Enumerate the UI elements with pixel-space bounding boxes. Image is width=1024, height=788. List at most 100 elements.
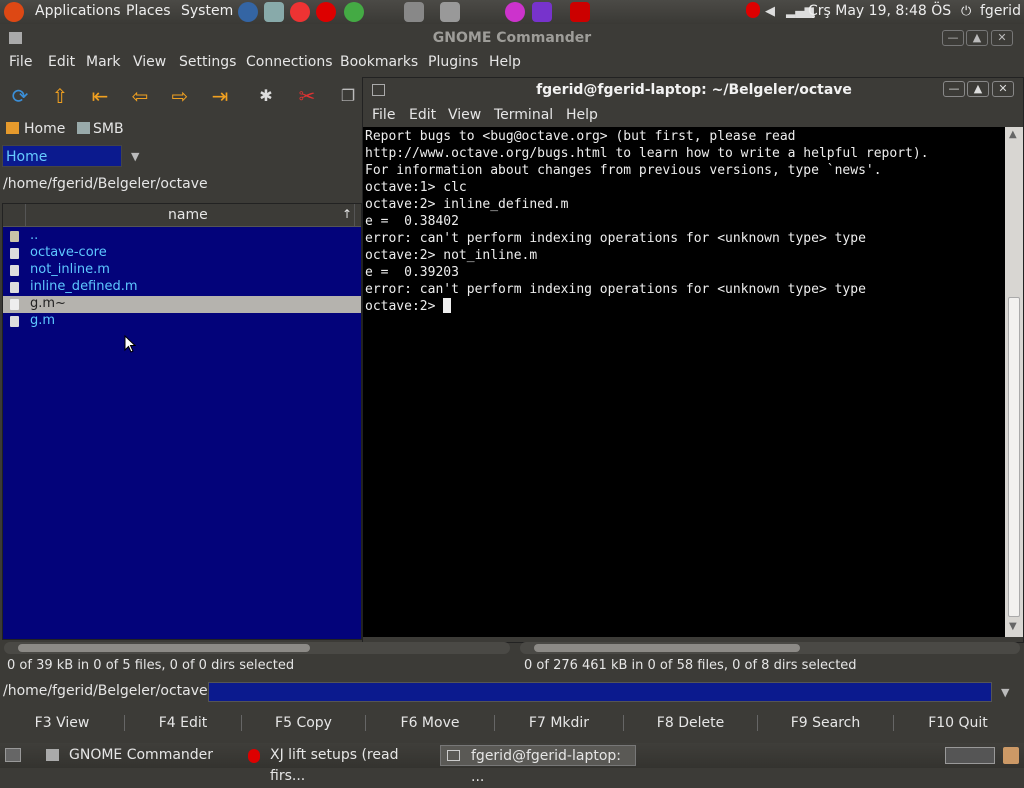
trash-icon[interactable] xyxy=(1003,747,1019,764)
file-list-pane[interactable]: name ↑ .. octave-core not_inline.m inlin… xyxy=(2,203,362,640)
f4-edit-button[interactable]: F4 Edit xyxy=(125,711,241,735)
clock[interactable]: Çrş May 19, 8:48 ÖS xyxy=(808,3,951,19)
scroll-up-icon[interactable]: ▲ xyxy=(1009,129,1017,140)
bookmark-home[interactable]: Home xyxy=(24,121,65,137)
smb-icon[interactable] xyxy=(77,122,90,134)
f8-delete-button[interactable]: F8 Delete xyxy=(624,711,757,735)
scroll-down-icon[interactable]: ▼ xyxy=(1009,621,1017,632)
file-row[interactable]: inline_defined.m xyxy=(3,279,361,296)
bookmark-smb[interactable]: SMB xyxy=(93,121,124,137)
mask-icon[interactable]: ✱ xyxy=(254,84,278,108)
power-icon[interactable]: ⏻ xyxy=(961,4,971,19)
right-horizontal-scrollbar[interactable] xyxy=(520,642,1020,654)
minimize-button[interactable]: — xyxy=(942,30,964,46)
opera-task-icon xyxy=(248,749,260,763)
device-icon[interactable] xyxy=(440,2,460,22)
top-panel: Applications Places System ◀ ▂▄▆ Çrş May… xyxy=(0,0,1024,24)
menu-connections[interactable]: Connections xyxy=(246,54,333,70)
terminal-line: e = 0.39203 xyxy=(365,265,459,280)
task-label: fgerid@fgerid-laptop: ... xyxy=(471,748,621,785)
left-scroll-thumb[interactable] xyxy=(18,644,310,652)
terminal-menu-terminal[interactable]: Terminal xyxy=(494,107,553,123)
scrollbar-thumb[interactable] xyxy=(1008,297,1020,617)
command-line-input[interactable] xyxy=(208,682,992,702)
show-desktop-icon[interactable] xyxy=(5,748,21,762)
terminal-prompt: octave:2> xyxy=(365,299,444,314)
terminal-menu-file[interactable]: File xyxy=(372,107,395,123)
f6-move-button[interactable]: F6 Move xyxy=(366,711,494,735)
column-header-icon[interactable] xyxy=(3,204,26,226)
forward-icon[interactable]: ⇨ xyxy=(168,84,192,108)
chrome-icon[interactable] xyxy=(344,2,364,22)
help-icon[interactable] xyxy=(238,2,258,22)
file-row-selected[interactable]: g.m~ xyxy=(3,296,361,313)
file-row[interactable]: not_inline.m xyxy=(3,262,361,279)
menu-help[interactable]: Help xyxy=(489,54,521,70)
last-icon[interactable]: ⇥ xyxy=(208,84,232,108)
cut-icon[interactable]: ✂ xyxy=(295,84,319,108)
refresh-icon[interactable]: ⟳ xyxy=(8,84,32,108)
terminal-menu-edit[interactable]: Edit xyxy=(409,107,436,123)
back-icon[interactable]: ⇦ xyxy=(128,84,152,108)
file-name: octave-core xyxy=(30,245,107,260)
menu-view[interactable]: View xyxy=(133,54,166,70)
opera-tray-icon[interactable] xyxy=(746,2,760,18)
terminal-minimize-button[interactable]: — xyxy=(943,81,965,97)
right-scroll-thumb[interactable] xyxy=(534,644,800,652)
system-menu[interactable]: System xyxy=(181,3,233,19)
f10-quit-button[interactable]: F10 Quit xyxy=(894,711,1022,735)
ubuntu-logo-icon[interactable] xyxy=(4,2,24,22)
file-name: inline_defined.m xyxy=(30,279,138,294)
app-icon-magenta[interactable] xyxy=(505,2,525,22)
app-icon-purple[interactable] xyxy=(532,2,552,22)
menu-plugins[interactable]: Plugins xyxy=(428,54,478,70)
launcher-icon[interactable] xyxy=(264,2,284,22)
menu-bookmarks[interactable]: Bookmarks xyxy=(340,54,418,70)
f7-mkdir-button[interactable]: F7 Mkdir xyxy=(495,711,623,735)
terminal-screen[interactable]: Report bugs to <bug@octave.org> (but fir… xyxy=(363,127,1005,637)
copy-icon[interactable]: ❐ xyxy=(336,84,360,108)
commander-task-icon xyxy=(46,749,59,761)
sort-ascending-icon[interactable]: ↑ xyxy=(342,207,352,221)
terminal-menubar: File Edit View Terminal Help xyxy=(363,105,1023,127)
first-icon[interactable]: ⇤ xyxy=(88,84,112,108)
file-name: g.m xyxy=(30,313,56,328)
close-button[interactable]: ✕ xyxy=(991,30,1013,46)
terminal-scrollbar[interactable]: ▲ ▼ xyxy=(1005,127,1023,637)
location-select[interactable]: Home xyxy=(2,145,122,167)
home-icon[interactable] xyxy=(6,122,19,134)
f5-copy-button[interactable]: F5 Copy xyxy=(242,711,365,735)
file-row[interactable]: .. xyxy=(3,228,361,245)
system-monitor-icon[interactable] xyxy=(404,2,424,22)
terminal-close-button[interactable]: ✕ xyxy=(992,81,1014,97)
applications-menu[interactable]: Applications xyxy=(35,3,121,19)
user-menu[interactable]: fgerid xyxy=(980,3,1021,19)
column-header-name[interactable]: name xyxy=(168,207,208,223)
command-history-chevron-icon[interactable]: ▼ xyxy=(1001,686,1009,699)
workspace-switcher[interactable] xyxy=(945,747,995,764)
task-gnome-commander[interactable]: GNOME Commander xyxy=(40,745,234,766)
task-terminal[interactable]: fgerid@fgerid-laptop: ... xyxy=(440,745,636,785)
opera-icon[interactable] xyxy=(316,2,336,22)
up-icon[interactable]: ⇧ xyxy=(48,84,72,108)
f3-view-button[interactable]: F3 View xyxy=(0,711,124,735)
menu-settings[interactable]: Settings xyxy=(179,54,236,70)
places-menu[interactable]: Places xyxy=(126,3,171,19)
f9-search-button[interactable]: F9 Search xyxy=(758,711,893,735)
terminal-menu-help[interactable]: Help xyxy=(566,107,598,123)
file-list-header: name ↑ xyxy=(3,204,361,227)
r-app-icon[interactable] xyxy=(570,2,590,22)
menu-edit[interactable]: Edit xyxy=(48,54,75,70)
file-row[interactable]: g.m xyxy=(3,313,361,330)
task-opera[interactable]: XJ lift setups (read firs... xyxy=(240,745,436,784)
terminal-maximize-button[interactable]: ▲ xyxy=(967,81,989,97)
terminal-menu-view[interactable]: View xyxy=(448,107,481,123)
file-row[interactable]: octave-core xyxy=(3,245,361,262)
menu-mark[interactable]: Mark xyxy=(86,54,121,70)
menu-file[interactable]: File xyxy=(9,54,32,70)
maximize-button[interactable]: ▲ xyxy=(966,30,988,46)
volume-icon[interactable]: ◀ xyxy=(765,4,775,19)
chevron-down-icon[interactable]: ▼ xyxy=(131,150,139,163)
left-horizontal-scrollbar[interactable] xyxy=(4,642,510,654)
picasa-icon[interactable] xyxy=(290,2,310,22)
